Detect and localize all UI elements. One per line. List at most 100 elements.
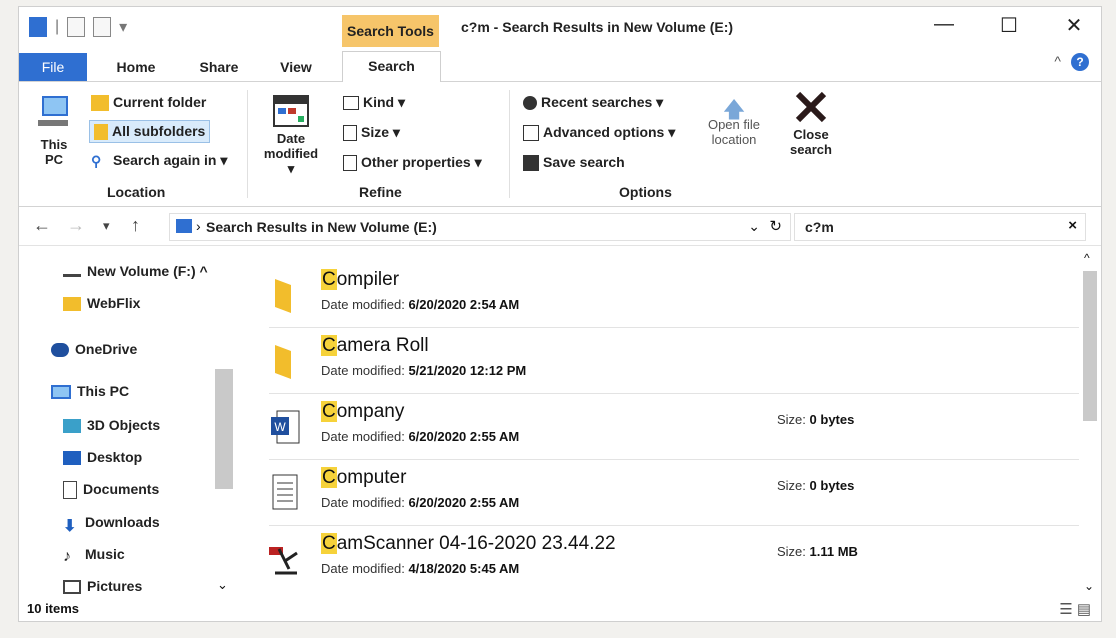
large-icons-view-icon[interactable]: ▤ <box>1077 601 1091 618</box>
file-date: Date modified: 6/20/2020 2:55 AM <box>321 495 520 510</box>
text-file-icon <box>272 474 298 510</box>
subfolders-icon <box>94 124 108 141</box>
folder-icon <box>275 279 291 313</box>
navigation-pane: New Volume (F:) ^ WebFlix OneDrive This … <box>19 247 239 597</box>
tab-home[interactable]: Home <box>109 53 163 81</box>
this-pc-button[interactable]: This PC <box>29 94 79 167</box>
window-title: c?m - Search Results in New Volume (E:) <box>461 19 734 35</box>
properties-icon[interactable] <box>67 17 86 37</box>
sidebar-item-3d-objects[interactable]: 3D Objects <box>63 417 160 434</box>
results-list: Compiler Date modified: 6/20/2020 2:54 A… <box>259 247 1079 597</box>
scroll-up-icon[interactable]: ^ <box>1084 251 1090 265</box>
tab-share[interactable]: Share <box>191 53 247 81</box>
recent-searches-button[interactable]: Recent searches ▾ <box>523 94 663 111</box>
sidebar-item-onedrive[interactable]: OneDrive <box>51 341 137 358</box>
status-bar: 10 items ☰ ▤ <box>19 595 1101 621</box>
close-button[interactable]: ✕ <box>1054 13 1094 41</box>
location-group-label: Location <box>107 184 166 200</box>
view-toggle: ☰ ▤ <box>1059 600 1091 618</box>
sidebar-item-new-volume-f[interactable]: New Volume (F:) ^ <box>63 263 208 279</box>
file-date: Date modified: 6/20/2020 2:54 AM <box>321 297 520 312</box>
chevron-down-icon[interactable]: ⌄ <box>748 218 760 235</box>
search-box[interactable]: c?m × <box>794 213 1086 241</box>
advanced-options-button[interactable]: Advanced options ▾ <box>523 124 675 142</box>
cloud-icon <box>51 343 69 358</box>
customize-dropdown-icon[interactable]: ▾ <box>119 17 127 37</box>
other-properties-button[interactable]: Other properties ▾ <box>343 154 482 172</box>
maximize-button[interactable]: ☐ <box>989 13 1029 41</box>
this-pc-label: This PC <box>40 137 68 167</box>
sidebar-item-webflix[interactable]: WebFlix <box>63 295 140 312</box>
search-folder-icon <box>176 219 192 233</box>
kind-button[interactable]: Kind ▾ <box>343 94 405 111</box>
close-search-button[interactable]: Close search <box>781 90 841 157</box>
search-again-in-button[interactable]: ⚲ Search again in ▾ <box>91 152 227 169</box>
search-icon: ⚲ <box>91 153 102 170</box>
collapse-ribbon-icon[interactable]: ^ <box>1054 53 1061 69</box>
list-item[interactable]: Compiler Date modified: 6/20/2020 2:54 A… <box>269 263 1079 328</box>
details-view-icon[interactable]: ☰ <box>1059 601 1072 618</box>
list-item[interactable]: W Company Date modified: 6/20/2020 2:55 … <box>269 395 1079 460</box>
pictures-icon <box>63 580 81 595</box>
item-count: 10 items <box>27 601 80 616</box>
navigation-scrollbar-thumb[interactable] <box>215 369 233 489</box>
sidebar-item-documents[interactable]: Documents <box>63 481 159 500</box>
folder-icon <box>275 345 291 379</box>
new-folder-icon[interactable] <box>93 17 112 37</box>
help-icon[interactable]: ? <box>1071 53 1089 71</box>
drive-icon <box>63 268 81 277</box>
list-item[interactable]: Camera Roll Date modified: 5/21/2020 12:… <box>269 329 1079 394</box>
recent-searches-icon <box>523 96 537 111</box>
document-icon <box>63 481 77 500</box>
file-size: Size: 0 bytes <box>777 412 855 427</box>
cube-icon <box>63 419 81 434</box>
recent-locations-icon[interactable]: ▾ <box>103 218 110 234</box>
sidebar-item-this-pc[interactable]: This PC <box>51 383 129 400</box>
list-item[interactable]: Computer Date modified: 6/20/2020 2:55 A… <box>269 461 1079 526</box>
size-button[interactable]: Size ▾ <box>343 124 400 142</box>
collapse-icon[interactable]: ^ <box>200 263 208 279</box>
save-search-button[interactable]: Save search <box>523 154 625 172</box>
sidebar-item-pictures[interactable]: Pictures <box>63 578 142 595</box>
address-bar[interactable]: › Search Results in New Volume (E:) ⌄ ↻ <box>169 213 791 241</box>
scroll-down-icon[interactable]: ⌄ <box>217 577 228 593</box>
results-scrollbar-thumb[interactable] <box>1083 271 1097 421</box>
explorer-window: | ▾ Search Tools c?m - Search Results in… <box>18 6 1102 622</box>
music-icon: ♪ <box>63 548 71 566</box>
minimize-button[interactable]: — <box>924 13 964 41</box>
refresh-icon[interactable]: ↻ <box>769 217 782 235</box>
file-name: Computer <box>321 467 407 488</box>
separator: | <box>55 18 60 35</box>
up-arrow-icon[interactable]: ↑ <box>131 215 140 236</box>
file-size: Size: 1.11 MB <box>777 544 858 559</box>
size-icon <box>343 125 357 142</box>
desktop-icon <box>63 451 81 466</box>
sidebar-item-music[interactable]: ♪ Music <box>63 546 125 566</box>
tab-view[interactable]: View <box>273 53 319 81</box>
close-search-icon <box>795 91 827 123</box>
all-subfolders-button[interactable]: All subfolders <box>89 120 211 144</box>
search-tools-context-tab: Search Tools <box>342 15 439 47</box>
clear-search-icon[interactable]: × <box>1068 217 1077 234</box>
list-item[interactable]: CamScanner 04-16-2020 23.44.22 Date modi… <box>269 527 1079 591</box>
scroll-down-icon[interactable]: ⌄ <box>1084 579 1094 593</box>
sidebar-item-downloads[interactable]: ⬇ Downloads <box>63 514 160 535</box>
quick-access-toolbar: | ▾ <box>29 17 127 37</box>
file-date: Date modified: 5/21/2020 12:12 PM <box>321 363 527 378</box>
up-arrow-icon: 🡅 <box>722 97 746 122</box>
tab-file[interactable]: File <box>19 53 87 81</box>
calendar-icon <box>273 95 309 127</box>
back-arrow-icon[interactable]: ← <box>33 215 51 236</box>
tab-search[interactable]: Search <box>342 51 441 82</box>
date-modified-button[interactable]: Date modified ▾ <box>259 94 323 176</box>
forward-arrow-icon[interactable]: → <box>67 215 85 236</box>
open-file-location-button[interactable]: 🡅 Open file location <box>699 97 769 148</box>
folder-icon <box>63 297 81 312</box>
address-path: Search Results in New Volume (E:) <box>206 219 437 235</box>
current-folder-button[interactable]: Current folder <box>91 94 206 112</box>
properties-icon <box>343 155 357 172</box>
search-input[interactable]: c?m <box>805 219 834 235</box>
sidebar-item-desktop[interactable]: Desktop <box>63 449 142 466</box>
results-scrollbar[interactable]: ^ ⌄ <box>1079 247 1101 597</box>
ribbon-separator <box>509 90 510 198</box>
